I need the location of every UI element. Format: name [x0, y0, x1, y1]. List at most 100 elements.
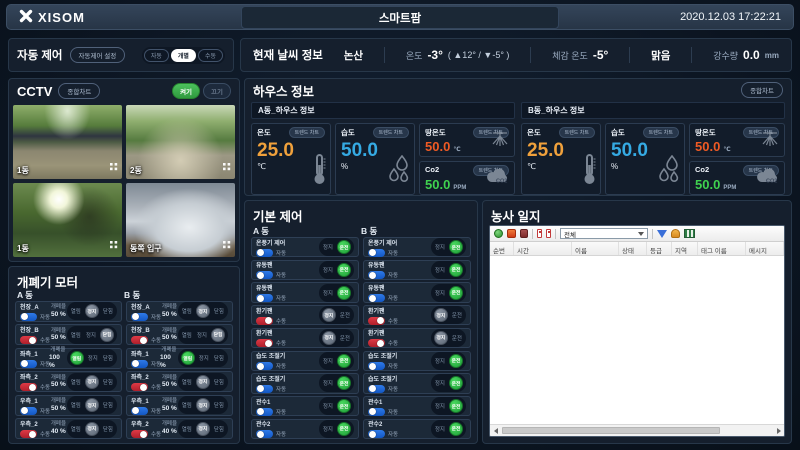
run-button[interactable]: 운전 — [449, 399, 463, 414]
mode-toggle[interactable] — [256, 271, 273, 280]
stop-button[interactable]: 정지 — [85, 331, 97, 339]
person-icon[interactable] — [671, 229, 680, 238]
run-button[interactable]: 운전 — [449, 421, 463, 436]
run-button[interactable]: 운전 — [337, 421, 351, 436]
mode-toggle[interactable] — [20, 336, 37, 345]
stop-button[interactable]: 정지 — [195, 374, 210, 389]
house-chart-button[interactable]: 종합차트 — [741, 82, 783, 98]
stop-button[interactable]: 정지 — [322, 357, 334, 365]
cctv-off-button[interactable]: 끄기 — [203, 83, 231, 99]
mode-toggle[interactable] — [131, 336, 148, 345]
stop-button[interactable]: 정지 — [322, 425, 334, 433]
close-button[interactable]: 닫힘 — [102, 354, 114, 362]
run-button[interactable]: 운전 — [449, 353, 463, 368]
stop-button[interactable]: 정지 — [196, 331, 208, 339]
cctv-camera-3[interactable]: 1동 — [13, 183, 122, 257]
expand-icon[interactable] — [110, 236, 118, 254]
stop-button[interactable]: 정지 — [87, 354, 99, 362]
col-header-grade[interactable]: 등급 — [647, 242, 672, 255]
open-button[interactable]: 열림 — [70, 401, 82, 409]
mode-toggle[interactable] — [368, 271, 385, 280]
close-button[interactable]: 닫힘 — [102, 425, 114, 433]
mode-toggle[interactable] — [368, 407, 385, 416]
stop-button[interactable]: 정지 — [434, 243, 446, 251]
user-icon[interactable] — [520, 229, 528, 238]
stop-button[interactable]: 정지 — [198, 354, 210, 362]
journal-filter-select[interactable]: 전체 — [560, 228, 648, 239]
mode-toggle[interactable] — [256, 294, 273, 303]
mode-toggle[interactable] — [256, 248, 273, 257]
stop-button[interactable]: 정지 — [84, 304, 99, 319]
stop-button[interactable]: 정지 — [434, 425, 446, 433]
cctv-on-button[interactable]: 켜기 — [172, 83, 201, 99]
mode-toggle[interactable] — [131, 430, 148, 439]
open-button[interactable]: 열림 — [181, 425, 193, 433]
run-button[interactable]: 운전 — [337, 399, 351, 414]
stop-button[interactable]: 정지 — [434, 379, 446, 387]
mode-individual-button[interactable]: 개별 — [170, 48, 196, 62]
mode-toggle[interactable] — [256, 407, 273, 416]
col-header-tag[interactable]: 태그 이름 — [698, 242, 746, 255]
col-header-no[interactable]: 순번 — [490, 242, 514, 255]
stop-button[interactable]: 정지 — [321, 330, 336, 345]
stop-button[interactable]: 정지 — [322, 243, 334, 251]
mode-auto-button[interactable]: 자동 — [143, 48, 169, 62]
stop-button[interactable]: 정지 — [195, 304, 210, 319]
alarm-icon[interactable] — [507, 229, 516, 238]
mode-toggle[interactable] — [256, 339, 273, 348]
open-button[interactable]: 열림 — [70, 425, 82, 433]
auto-control-settings-button[interactable]: 자동제어 설정 — [69, 47, 126, 63]
run-button[interactable]: 운전 — [451, 334, 463, 342]
mode-toggle[interactable] — [20, 312, 37, 321]
trend-chart-button[interactable]: 트렌드 차트 — [372, 127, 409, 138]
stop-button[interactable]: 정지 — [322, 379, 334, 387]
mode-toggle[interactable] — [256, 362, 273, 371]
run-button[interactable]: 운전 — [337, 353, 351, 368]
stop-button[interactable]: 정지 — [434, 357, 446, 365]
close-button[interactable]: 닫힘 — [211, 327, 225, 342]
mode-toggle[interactable] — [256, 384, 273, 393]
col-header-region[interactable]: 지역 — [672, 242, 698, 255]
mode-toggle[interactable] — [20, 359, 37, 368]
mode-toggle[interactable] — [20, 383, 37, 392]
run-button[interactable]: 운전 — [449, 376, 463, 391]
open-button[interactable]: 열림 — [181, 331, 193, 339]
trend-chart-button[interactable]: 트렌드 차트 — [288, 127, 325, 138]
col-header-name[interactable]: 이름 — [572, 242, 619, 255]
mode-toggle[interactable] — [20, 406, 37, 415]
tag-icon[interactable] — [537, 229, 542, 238]
run-button[interactable]: 운전 — [337, 240, 351, 255]
stop-button[interactable]: 정지 — [322, 402, 334, 410]
trend-chart-button[interactable]: 트렌드 차트 — [642, 127, 679, 138]
cctv-camera-1[interactable]: 1동 — [13, 105, 122, 179]
mode-toggle[interactable] — [368, 339, 385, 348]
mode-manual-button[interactable]: 수동 — [197, 48, 223, 62]
run-button[interactable]: 운전 — [449, 240, 463, 255]
open-button[interactable]: 열림 — [69, 351, 84, 366]
stop-button[interactable]: 정지 — [433, 330, 448, 345]
close-button[interactable]: 닫힘 — [102, 307, 114, 315]
stop-button[interactable]: 정지 — [434, 266, 446, 274]
scroll-left-arrow[interactable] — [490, 425, 501, 436]
close-button[interactable]: 닫힘 — [213, 378, 225, 386]
scrollbar-thumb[interactable] — [502, 427, 720, 434]
stop-button[interactable]: 정지 — [84, 398, 99, 413]
stop-button[interactable]: 정지 — [322, 289, 334, 297]
cctv-chart-button[interactable]: 종합차트 — [58, 83, 101, 99]
mode-toggle[interactable] — [256, 316, 273, 325]
stop-button[interactable]: 정지 — [195, 421, 210, 436]
mode-toggle[interactable] — [368, 362, 385, 371]
mode-toggle[interactable] — [131, 406, 148, 415]
stop-button[interactable]: 정지 — [84, 421, 99, 436]
run-button[interactable]: 운전 — [337, 285, 351, 300]
run-button[interactable]: 운전 — [337, 376, 351, 391]
open-button[interactable]: 열림 — [181, 307, 193, 315]
mode-toggle[interactable] — [256, 430, 273, 439]
run-button[interactable]: 운전 — [449, 285, 463, 300]
app-logo[interactable]: XISOM — [19, 9, 85, 26]
run-button[interactable]: 운전 — [451, 311, 463, 319]
run-button[interactable]: 운전 — [337, 262, 351, 277]
mode-toggle[interactable] — [368, 294, 385, 303]
stop-button[interactable]: 정지 — [434, 402, 446, 410]
col-header-time[interactable]: 시간 — [514, 242, 572, 255]
